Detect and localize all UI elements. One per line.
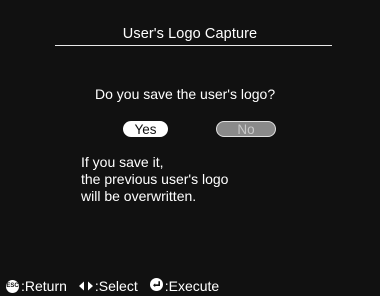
warning-line: If you save it,	[81, 154, 164, 170]
no-button[interactable]: No	[216, 121, 276, 137]
warning-line: will be overwritten.	[81, 188, 197, 204]
return-hint-label: :Return	[21, 278, 67, 294]
key-guide-bar: ESC :Return :Select :Execute	[6, 278, 231, 294]
enter-icon	[149, 278, 163, 294]
confirm-question: Do you save the user's logo?	[95, 86, 276, 102]
esc-button-icon: ESC	[6, 279, 19, 293]
execute-hint: :Execute	[149, 278, 220, 294]
dialog-title: User's Logo Capture	[122, 26, 258, 42]
overwrite-warning: If you save it, the previous user's logo…	[81, 154, 228, 205]
logo-capture-screen: User's Logo Capture Do you save the user…	[0, 0, 380, 296]
yes-button[interactable]: Yes	[123, 121, 168, 137]
title-divider	[55, 45, 332, 46]
left-right-arrows-icon	[78, 281, 93, 291]
select-hint-label: :Select	[94, 278, 138, 294]
execute-hint-label: :Execute	[164, 278, 220, 294]
warning-line: the previous user's logo	[81, 171, 229, 187]
return-hint: ESC :Return	[6, 278, 67, 294]
select-hint: :Select	[78, 278, 138, 294]
